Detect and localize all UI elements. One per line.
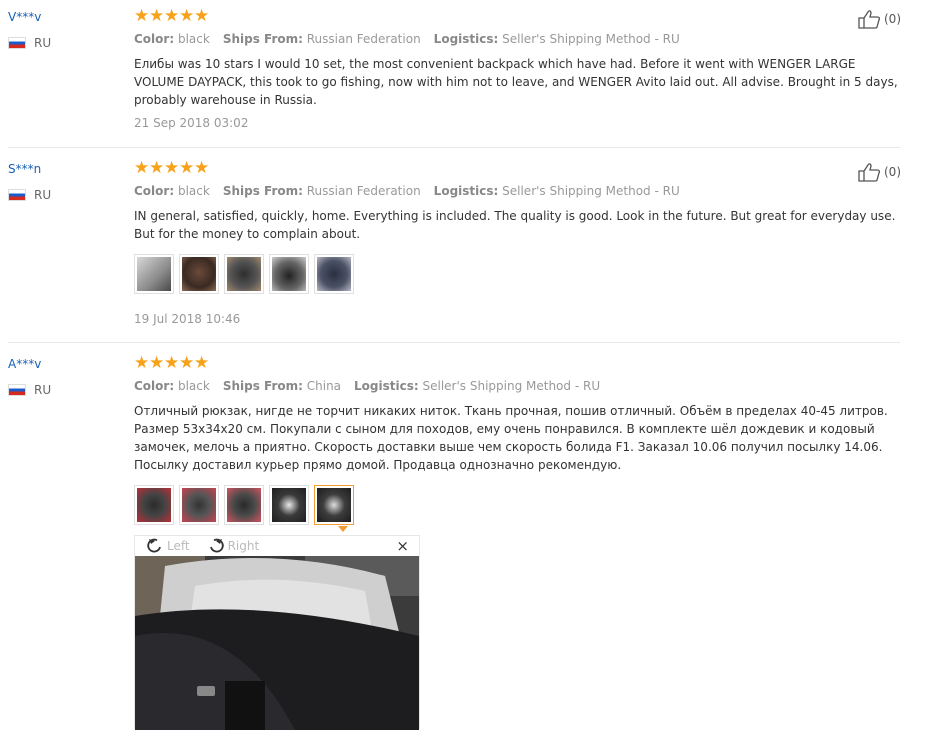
review-photo-thumbnail[interactable]: [314, 254, 354, 294]
reviewer-country: RU: [8, 188, 51, 202]
color-value: black: [177, 184, 210, 198]
star-icon: ★: [194, 353, 210, 373]
helpful-button[interactable]: (0): [858, 162, 901, 182]
helpful-button[interactable]: (0): [858, 9, 901, 29]
country-code: RU: [34, 36, 52, 50]
reviewer-country: RU: [8, 383, 51, 397]
review-photo-thumbnail[interactable]: [179, 485, 219, 525]
logistics-value: Seller's Shipping Method - RU: [422, 379, 601, 393]
review-date: 21 Sep 2018 03:02: [134, 116, 249, 130]
color-value: black: [177, 32, 210, 46]
review-photos: [134, 485, 354, 525]
star-icon: ★: [149, 353, 165, 373]
star-icon: ★: [179, 353, 195, 373]
star-icon: ★: [149, 158, 165, 178]
star-icon: ★: [164, 158, 180, 178]
review-date: 19 Jul 2018 10:46: [134, 312, 241, 326]
logistics-label: Logistics:: [433, 184, 499, 198]
review-photo-thumbnail[interactable]: [269, 254, 309, 294]
review-photo-thumbnail-selected[interactable]: [314, 485, 354, 525]
logistics-value: Seller's Shipping Method - RU: [502, 184, 680, 198]
rotate-right-label: Right: [227, 539, 260, 553]
review-photo-thumbnail[interactable]: [179, 254, 219, 294]
color-label: Color:: [134, 184, 175, 198]
logistics-label: Logistics:: [433, 32, 499, 46]
photo-viewer: Left Right ×: [134, 535, 420, 730]
helpful-count: (0): [884, 165, 901, 179]
logistics-value: Seller's Shipping Method - RU: [502, 32, 680, 46]
star-icon: ★: [194, 158, 210, 178]
ships-from-value: Russian Federation: [306, 184, 421, 198]
color-label: Color:: [134, 379, 175, 393]
review-photo-thumbnail[interactable]: [224, 254, 264, 294]
backpack-photo: [135, 556, 419, 730]
russia-flag-icon: [8, 189, 26, 201]
divider: [8, 342, 900, 343]
review-photo-thumbnail[interactable]: [134, 485, 174, 525]
star-icon: ★: [164, 353, 180, 373]
rotate-left-button[interactable]: Left: [145, 537, 190, 555]
close-viewer-button[interactable]: ×: [396, 537, 409, 555]
star-icon: ★: [194, 6, 210, 26]
thumbs-up-icon: [858, 163, 881, 182]
rotate-right-icon: [209, 538, 224, 553]
star-icon: ★: [134, 353, 150, 373]
ships-from-label: Ships From:: [222, 32, 303, 46]
selected-photo-pointer: [338, 526, 348, 532]
reviewer-name[interactable]: V***v: [8, 10, 41, 24]
review-photos: [134, 254, 354, 294]
country-code: RU: [34, 383, 52, 397]
ships-from-label: Ships From:: [222, 184, 303, 198]
star-icon: ★: [149, 6, 165, 26]
star-rating: ★ ★ ★ ★ ★: [134, 354, 209, 372]
russia-flag-icon: [8, 384, 26, 396]
reviewer-country: RU: [8, 36, 51, 50]
enlarged-review-photo: [135, 556, 419, 730]
order-info: Color: black Ships From: Russian Federat…: [134, 32, 680, 46]
helpful-count: (0): [884, 12, 901, 26]
reviewer-name[interactable]: S***n: [8, 162, 41, 176]
ships-from-value: Russian Federation: [306, 32, 421, 46]
divider: [8, 147, 900, 148]
star-icon: ★: [164, 6, 180, 26]
logistics-label: Logistics:: [354, 379, 419, 393]
review-photo-thumbnail[interactable]: [269, 485, 309, 525]
review-photo-thumbnail[interactable]: [134, 254, 174, 294]
order-info: Color: black Ships From: China Logistics…: [134, 379, 600, 393]
reviewer-name[interactable]: A***v: [8, 357, 41, 371]
review-text: Елибы was 10 stars I would 10 set, the m…: [134, 57, 898, 107]
color-value: black: [177, 379, 210, 393]
star-icon: ★: [134, 158, 150, 178]
rotate-right-button[interactable]: Right: [206, 537, 260, 555]
star-rating: ★ ★ ★ ★ ★: [134, 159, 209, 177]
star-icon: ★: [134, 6, 150, 26]
color-label: Color:: [134, 32, 175, 46]
star-icon: ★: [179, 158, 195, 178]
viewer-toolbar: Left Right ×: [135, 536, 419, 556]
rotate-left-icon: [147, 538, 161, 553]
russia-flag-icon: [8, 37, 26, 49]
rotate-left-label: Left: [167, 539, 190, 553]
thumbs-up-icon: [858, 10, 881, 29]
ships-from-label: Ships From:: [222, 379, 303, 393]
order-info: Color: black Ships From: Russian Federat…: [134, 184, 680, 198]
ships-from-value: China: [306, 379, 342, 393]
country-code: RU: [34, 188, 52, 202]
review-text: IN general, satisfied, quickly, home. Ev…: [134, 209, 896, 241]
star-rating: ★ ★ ★ ★ ★: [134, 7, 209, 25]
review-text: Отличный рюкзак, нигде не торчит никаких…: [134, 404, 888, 472]
review-photo-thumbnail[interactable]: [224, 485, 264, 525]
star-icon: ★: [179, 6, 195, 26]
